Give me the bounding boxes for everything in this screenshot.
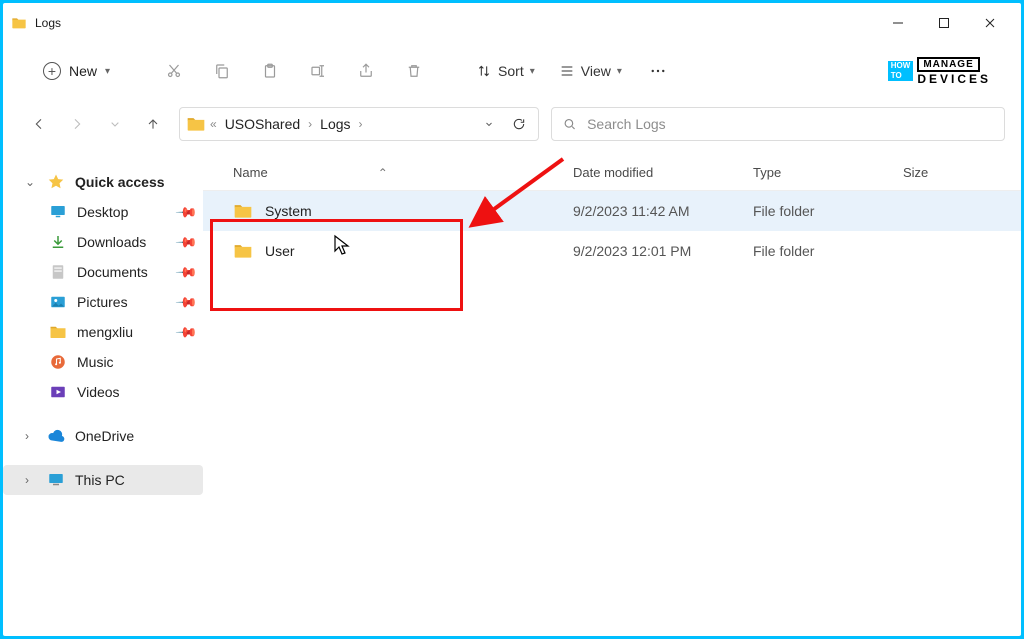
column-name[interactable]: Name⌃ <box>233 165 573 180</box>
window-title: Logs <box>35 16 875 30</box>
sidebar-item-label: Desktop <box>77 204 128 220</box>
recent-dropdown[interactable] <box>101 110 129 138</box>
chevron-down-icon: ▾ <box>105 66 110 77</box>
sort-label: Sort <box>498 63 524 79</box>
column-size[interactable]: Size <box>903 165 983 180</box>
file-date: 9/2/2023 11:42 AM <box>573 203 753 219</box>
file-row[interactable]: User 9/2/2023 12:01 PM File folder <box>203 231 1021 271</box>
column-headers: Name⌃ Date modified Type Size <box>203 155 1021 191</box>
sidebar-item-mengxliu[interactable]: mengxliu 📌 <box>3 317 203 347</box>
titlebar: Logs <box>3 3 1021 43</box>
pin-icon: 📌 <box>174 260 198 284</box>
search-box[interactable] <box>551 107 1005 141</box>
up-button[interactable] <box>139 110 167 138</box>
file-name: User <box>265 243 295 259</box>
music-icon <box>49 353 67 371</box>
sidebar-item-documents[interactable]: Documents 📌 <box>3 257 203 287</box>
forward-button[interactable] <box>63 110 91 138</box>
back-button[interactable] <box>25 110 53 138</box>
folder-icon <box>233 201 253 221</box>
refresh-button[interactable] <box>506 111 532 137</box>
chevron-right-icon: › <box>25 429 37 443</box>
file-name: System <box>265 203 312 219</box>
pin-icon: 📌 <box>174 200 198 224</box>
sidebar-label: OneDrive <box>75 428 134 444</box>
breadcrumb-part[interactable]: Logs <box>316 116 354 132</box>
document-icon <box>49 263 67 281</box>
chevron-right-icon: › <box>308 117 312 131</box>
nav-row: « USOShared › Logs › <box>3 99 1021 149</box>
sidebar-item-label: Pictures <box>77 294 128 310</box>
sidebar-quick-access[interactable]: ⌄ Quick access <box>3 167 203 197</box>
file-list: Name⌃ Date modified Type Size System 9/2… <box>203 149 1021 636</box>
new-button[interactable]: + New ▾ <box>33 56 120 86</box>
share-button[interactable] <box>346 51 386 91</box>
sidebar-item-label: Downloads <box>77 234 146 250</box>
sidebar-item-label: Videos <box>77 384 120 400</box>
watermark-logo: HOW TO MANAGE DEVICES <box>888 57 991 86</box>
chevron-right-icon: › <box>359 117 363 131</box>
sort-indicator-icon: ⌃ <box>378 166 388 180</box>
sidebar-item-desktop[interactable]: Desktop 📌 <box>3 197 203 227</box>
paste-button[interactable] <box>250 51 290 91</box>
sidebar-item-label: Documents <box>77 264 148 280</box>
minimize-button[interactable] <box>875 7 921 39</box>
file-type: File folder <box>753 203 903 219</box>
pictures-icon <box>49 293 67 311</box>
toolbar: + New ▾ Sort ▾ View ▾ HOW TO <box>3 43 1021 99</box>
view-label: View <box>581 63 611 79</box>
column-date[interactable]: Date modified <box>573 165 753 180</box>
breadcrumb-part[interactable]: USOShared <box>221 116 304 132</box>
sidebar-label: Quick access <box>75 174 165 190</box>
desktop-icon <box>49 203 67 221</box>
sort-button[interactable]: Sort ▾ <box>468 59 543 83</box>
column-type[interactable]: Type <box>753 165 903 180</box>
sidebar: ⌄ Quick access Desktop 📌 Downloads 📌 Doc… <box>3 149 203 636</box>
file-date: 9/2/2023 12:01 PM <box>573 243 753 259</box>
rename-button[interactable] <box>298 51 338 91</box>
chevron-down-icon: ⌄ <box>25 175 37 189</box>
sidebar-item-downloads[interactable]: Downloads 📌 <box>3 227 203 257</box>
explorer-window: Logs + New ▾ Sort ▾ View ▾ <box>3 3 1021 636</box>
chevron-down-icon: ▾ <box>530 66 535 77</box>
cut-button[interactable] <box>154 51 194 91</box>
delete-button[interactable] <box>394 51 434 91</box>
plus-icon: + <box>43 62 61 80</box>
sidebar-item-videos[interactable]: Videos <box>3 377 203 407</box>
close-button[interactable] <box>967 7 1013 39</box>
chevron-down-icon: ▾ <box>617 66 622 77</box>
file-type: File folder <box>753 243 903 259</box>
sidebar-label: This PC <box>75 472 125 488</box>
pin-icon: 📌 <box>174 290 198 314</box>
sidebar-this-pc[interactable]: › This PC <box>3 465 203 495</box>
more-button[interactable] <box>638 51 678 91</box>
folder-icon <box>233 241 253 261</box>
pin-icon: 📌 <box>174 230 198 254</box>
search-input[interactable] <box>587 116 994 132</box>
pc-icon <box>47 471 65 489</box>
sidebar-item-label: Music <box>77 354 114 370</box>
folder-icon <box>49 323 67 341</box>
address-bar[interactable]: « USOShared › Logs › <box>179 107 539 141</box>
maximize-button[interactable] <box>921 7 967 39</box>
view-button[interactable]: View ▾ <box>551 59 630 83</box>
file-row[interactable]: System 9/2/2023 11:42 AM File folder <box>203 191 1021 231</box>
cloud-icon <box>47 427 65 445</box>
chevron-right-icon: › <box>25 473 37 487</box>
download-icon <box>49 233 67 251</box>
breadcrumb-prefix: « <box>210 117 217 131</box>
video-icon <box>49 383 67 401</box>
new-label: New <box>69 63 97 79</box>
search-icon <box>562 116 577 132</box>
sidebar-item-music[interactable]: Music <box>3 347 203 377</box>
history-dropdown[interactable] <box>476 111 502 137</box>
sidebar-onedrive[interactable]: › OneDrive <box>3 421 203 451</box>
copy-button[interactable] <box>202 51 242 91</box>
folder-icon <box>186 114 206 134</box>
star-icon <box>47 173 65 191</box>
sidebar-item-pictures[interactable]: Pictures 📌 <box>3 287 203 317</box>
sidebar-item-label: mengxliu <box>77 324 133 340</box>
pin-icon: 📌 <box>174 320 198 344</box>
folder-icon <box>11 15 27 31</box>
